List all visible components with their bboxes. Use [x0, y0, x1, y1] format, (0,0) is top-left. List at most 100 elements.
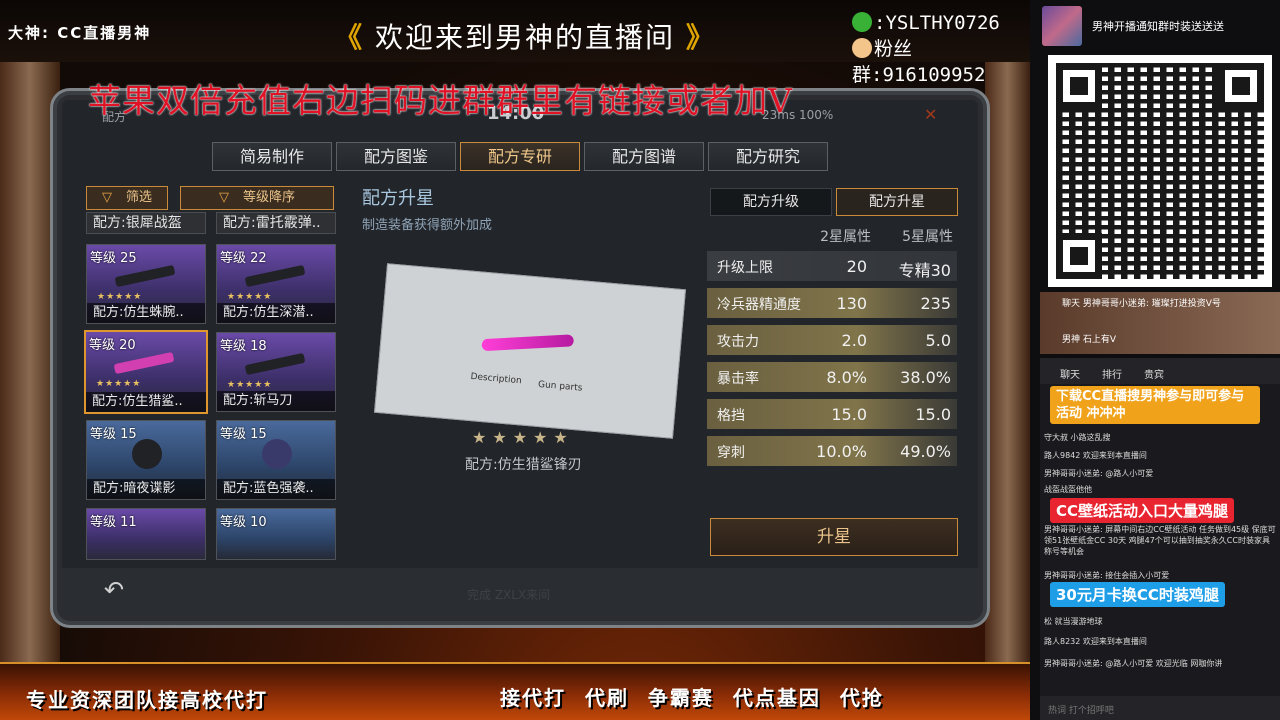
close-icon[interactable]: ✕: [924, 105, 937, 124]
weapon-image: [244, 352, 306, 376]
stat-name: 暴击率: [717, 371, 759, 387]
card-level: 等级 11: [90, 515, 137, 530]
card-name: 配方:斩马刀: [217, 391, 335, 411]
stat-2star: 20: [846, 257, 867, 276]
filter-label: 筛选: [125, 190, 152, 205]
filter-button[interactable]: ▽ 筛选: [86, 186, 168, 210]
tab-recipe-tree[interactable]: 配方图谱: [584, 142, 704, 171]
recipe-card[interactable]: 等级 22 ★★★★★ 配方:仿生深潜..: [216, 244, 336, 324]
recipe-stars: ★★★★★: [472, 428, 574, 447]
card-name: 配方:仿生蛛腕..: [87, 303, 205, 323]
tab-recipe-star-up[interactable]: 配方升星: [836, 188, 958, 216]
chevron-down-icon: ▽: [218, 190, 229, 205]
promo-overlay-download: 下载CC直播搜男神参与即可参与活动 冲冲冲: [1050, 386, 1260, 424]
mini-chat-line: 男神 石上有V: [1062, 335, 1117, 345]
card-stars: ★★★★★: [227, 292, 273, 302]
recipe-card[interactable]: 等级 11: [86, 508, 206, 560]
chat-message: 路人9842 欢迎来到本直播间: [1044, 451, 1147, 460]
tab-vip[interactable]: 贵宾: [1144, 366, 1164, 381]
wechat-icon: [852, 12, 872, 32]
recipe-tabs: 简易制作 配方图鉴 配方专研 配方图谱 配方研究: [212, 142, 828, 171]
stream-screen: 大神: CC直播男神 《 欢迎来到男神的直播间 》 :YSLTHY0726 粉丝…: [0, 0, 1280, 720]
stats-table: 2星属性 5星属性 升级上限 20 专精30 冷兵器精通度 130 235 攻击…: [707, 222, 957, 470]
promo-overlay-wallpaper: CC壁纸活动入口大量鸡腿: [1050, 498, 1235, 523]
promo-text: 苹果双倍充值右边扫码进群群里有链接或者加V: [88, 81, 793, 120]
chat-tabs: 聊天 排行 贵宾: [1040, 358, 1280, 384]
star-up-button[interactable]: 升星: [710, 518, 958, 556]
right-column: 男神开播通知群时装送送送 聊天 男神哥哥小迷弟: 璀璨打进投资V号 男神 石上有…: [1030, 0, 1280, 720]
recipe-card[interactable]: 等级 15 配方:暗夜谍影: [86, 420, 206, 500]
recipe-card[interactable]: 等级 18 ★★★★★ 配方:斩马刀: [216, 332, 336, 412]
tab-chat[interactable]: 聊天: [1060, 366, 1080, 381]
stat-5star: 15.0: [915, 405, 951, 424]
notify-group: 男神开播通知群时装送送送: [1042, 6, 1272, 46]
stat-name: 升级上限: [717, 260, 773, 276]
stat-row: 穿刺 10.0% 49.0%: [707, 433, 957, 470]
bottom-hint: 完成 ZXLX来间: [467, 588, 551, 602]
list-item[interactable]: 配方:雷托霰弹..: [216, 212, 336, 234]
sort-button[interactable]: ▽ 等级降序: [180, 186, 334, 210]
stat-5star: 49.0%: [900, 442, 951, 461]
qr-pattern: [1056, 63, 1264, 279]
chat-input[interactable]: 热词 打个招呼吧: [1040, 696, 1280, 720]
card-level: 等级 18: [220, 339, 267, 354]
tab-recipe-upgrade[interactable]: 配方升级: [710, 188, 832, 216]
blade-icon: [481, 334, 574, 352]
stat-5star: 5.0: [925, 331, 951, 350]
bottom-bar: ↶ 完成 ZXLX来间: [62, 568, 978, 616]
recipe-card[interactable]: 等级 25 ★★★★★ 配方:仿生蛛腕..: [86, 244, 206, 324]
tab-simple-craft[interactable]: 简易制作: [212, 142, 332, 171]
card-name: 配方:仿生猎鲨..: [86, 392, 206, 412]
back-icon[interactable]: ↶: [104, 576, 124, 604]
recipe-card[interactable]: 等级 15 配方:蓝色强袭..: [216, 420, 336, 500]
weapon-image: [113, 351, 175, 375]
col-5star: 5星属性: [902, 229, 953, 245]
stat-row: 升级上限 20 专精30: [707, 248, 957, 285]
promo-overlay-card: 30元月卡换CC时装鸡腿: [1050, 582, 1225, 607]
stat-row: 攻击力 2.0 5.0: [707, 322, 957, 359]
mini-chat-line: 聊天 男神哥哥小迷弟: 璀璨打进投资V号: [1062, 299, 1221, 309]
chevron-right-icon: 》: [685, 21, 716, 54]
col-2star: 2星属性: [820, 229, 871, 245]
chat-message: 守大叔 小路这乱搜: [1044, 433, 1111, 442]
stat-name: 穿刺: [717, 445, 745, 461]
armor-image: [132, 439, 162, 469]
stat-2star: 130: [836, 294, 867, 313]
stat-row: 暴击率 8.0% 38.0%: [707, 359, 957, 396]
card-level: 等级 25: [90, 251, 137, 266]
weapon-image: [114, 264, 176, 288]
tab-recipe-research[interactable]: 配方研究: [708, 142, 828, 171]
stat-5star: 专精30: [898, 261, 951, 280]
chat-message: 松 就当漫游地球: [1044, 617, 1103, 626]
team-slogan: 专业资深团队接高校代打: [26, 688, 268, 712]
tab-rank[interactable]: 排行: [1102, 366, 1122, 381]
qr-finder: [1056, 63, 1102, 109]
chevron-left-icon: 《: [334, 21, 365, 54]
host-label: 大神: CC直播男神: [8, 24, 152, 42]
tab-recipe-catalog[interactable]: 配方图鉴: [336, 142, 456, 171]
upgrade-tabs: 配方升级 配方升星: [710, 188, 958, 216]
welcome-text: 欢迎来到男神的直播间: [374, 21, 675, 54]
game-screen: 配方 14:00 23ms 100% ✕ 简易制作 配方图鉴 配方专研 配方图谱…: [62, 100, 978, 616]
sort-label: 等级降序: [242, 190, 295, 205]
card-stars: ★★★★★: [227, 380, 273, 390]
stat-2star: 10.0%: [816, 442, 867, 461]
qr-code[interactable]: [1048, 55, 1272, 287]
weapon-image: [244, 264, 306, 288]
list-item[interactable]: 配方:银犀战盔: [86, 212, 206, 234]
recipe-card-selected[interactable]: 等级 20 ★★★★★ 配方:仿生猎鲨..: [84, 330, 208, 414]
chat-message: 男神哥哥小迷弟: 接住会插入小可爱: [1044, 571, 1170, 580]
card-level: 等级 15: [90, 427, 137, 442]
recipe-list: ▽ 筛选 ▽ 等级降序 配方:银犀战盔 配方:雷托霰弹.. 等级 25 ★★★★★ …: [84, 184, 338, 560]
recipe-card[interactable]: 等级 10: [216, 508, 336, 560]
tab-recipe-study[interactable]: 配方专研: [460, 142, 580, 171]
chat-message: 路人8232 欢迎来到本直播间: [1044, 637, 1147, 646]
stat-5star: 235: [920, 294, 951, 313]
card-name: 配方:仿生深潜..: [217, 303, 335, 323]
side-artwork-right: [985, 62, 1030, 662]
chevron-down-icon: ▽: [101, 190, 112, 205]
top-banner: 大神: CC直播男神 《 欢迎来到男神的直播间 》 :YSLTHY0726 粉丝…: [0, 0, 1030, 86]
qr-finder: [1218, 63, 1264, 109]
blueprint-image: Description Gun parts: [374, 263, 686, 439]
armor-image: [262, 439, 292, 469]
